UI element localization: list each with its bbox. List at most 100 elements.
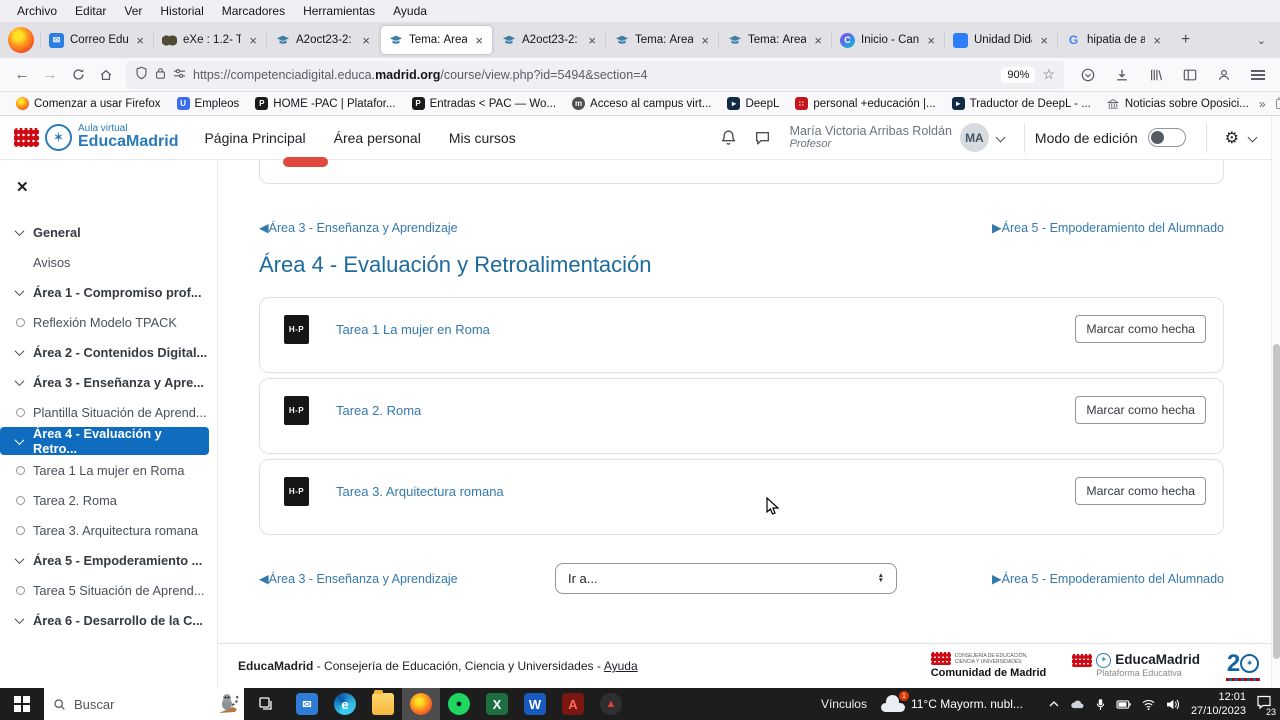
drawer-item[interactable]: Tarea 5 Situación de Aprend... bbox=[0, 575, 217, 605]
avatar[interactable]: MA bbox=[959, 123, 989, 152]
browser-tab[interactable]: Unidad Didácti × bbox=[944, 26, 1057, 54]
bookmark-item[interactable]: ▸ Traductor de DeepL - ... bbox=[946, 95, 1097, 112]
notifications-bell-icon[interactable] bbox=[716, 125, 742, 151]
tab-close-icon[interactable]: × bbox=[247, 33, 259, 48]
site-logo[interactable]: Aula virtual EducaMadrid bbox=[78, 123, 178, 151]
drawer-section-area6[interactable]: Área 6 - Desarrollo de la C... bbox=[0, 605, 217, 635]
file-explorer-icon[interactable] bbox=[364, 688, 402, 720]
excel-app-icon[interactable]: X bbox=[478, 688, 516, 720]
microphone-icon[interactable] bbox=[1096, 698, 1105, 711]
tab-close-icon[interactable]: × bbox=[473, 33, 485, 48]
drawer-item[interactable]: Plantilla Situación de Aprend... bbox=[0, 397, 217, 427]
browser-tab[interactable]: A2oct23-2: Tare × bbox=[266, 26, 379, 54]
lock-icon[interactable] bbox=[155, 67, 166, 83]
browser-tab[interactable]: Tema: Área 4 - × bbox=[718, 26, 831, 54]
forward-button[interactable]: → bbox=[36, 62, 64, 88]
user-menu-chevron-icon[interactable] bbox=[995, 132, 1006, 143]
weather-widget[interactable]: 1 11°C Mayorm. nubl... bbox=[880, 691, 1023, 712]
mark-done-button[interactable]: Marcar como hecha bbox=[1075, 315, 1206, 343]
menu-historial[interactable]: Historial bbox=[151, 2, 212, 20]
bookmark-item[interactable]: Comenzar a usar Firefox bbox=[10, 95, 167, 112]
volume-icon[interactable] bbox=[1166, 699, 1179, 710]
jump-to-select[interactable]: Ir a... ▲ ▼ bbox=[555, 562, 897, 594]
wifi-icon[interactable] bbox=[1142, 699, 1155, 710]
taskbar-search[interactable]: Buscar bbox=[44, 688, 244, 720]
menu-herramientas[interactable]: Herramientas bbox=[294, 2, 384, 20]
vlc-app-icon[interactable]: ▲ bbox=[592, 688, 630, 720]
bookmark-item[interactable]: Noticias sobre Oposici... bbox=[1101, 95, 1255, 112]
drawer-section-area5[interactable]: Área 5 - Empoderamiento ... bbox=[0, 545, 217, 575]
library-icon[interactable] bbox=[1142, 62, 1170, 88]
start-button[interactable] bbox=[0, 688, 44, 720]
bookmark-item[interactable]: m Acceso al campus virt... bbox=[566, 95, 717, 112]
activity-link[interactable]: Tarea 2. Roma bbox=[336, 403, 421, 418]
new-tab-button[interactable]: + bbox=[1172, 31, 1199, 49]
bookmark-item[interactable]: P Entradas < PAC — Wo... bbox=[406, 95, 562, 112]
firefox-view-button[interactable] bbox=[8, 27, 34, 53]
tab-close-icon[interactable]: × bbox=[1038, 33, 1050, 48]
drawer-section-area1[interactable]: Área 1 - Compromiso prof... bbox=[0, 277, 217, 307]
next-section-link[interactable]: ▶Área 5 - Empoderamiento del Alumnado bbox=[992, 571, 1224, 586]
bookmark-item[interactable]: ▸ DeepL bbox=[721, 95, 785, 112]
address-bar[interactable]: https://competenciadigital.educa.madrid.… bbox=[126, 60, 1064, 89]
help-link[interactable]: Ayuda bbox=[604, 659, 638, 673]
settings-chevron-icon[interactable] bbox=[1247, 132, 1258, 143]
browser-tab[interactable]: C Inicio - Canva × bbox=[831, 26, 944, 54]
tab-close-icon[interactable]: × bbox=[360, 33, 372, 48]
prev-section-link[interactable]: ◀Área 3 - Enseñanza y Aprendizaje bbox=[259, 571, 458, 586]
drawer-item[interactable]: Tarea 1 La mujer en Roma bbox=[0, 455, 217, 485]
scrollbar-thumb[interactable] bbox=[1273, 344, 1280, 659]
activity-link[interactable]: Tarea 3. Arquitectura romana bbox=[336, 484, 504, 499]
back-button[interactable]: ← bbox=[8, 62, 36, 88]
sidebar-toggle-icon[interactable] bbox=[1176, 62, 1204, 88]
tracking-protection-shield-icon[interactable] bbox=[135, 66, 148, 83]
browser-tab-active[interactable]: Tema: Área 4 - × bbox=[381, 26, 492, 54]
spotify-app-icon[interactable]: ● bbox=[440, 688, 478, 720]
tab-close-icon[interactable]: × bbox=[134, 33, 146, 48]
drawer-item[interactable]: Tarea 3. Arquitectura romana bbox=[0, 515, 217, 545]
drawer-item[interactable]: Tarea 2. Roma bbox=[0, 485, 217, 515]
tab-close-icon[interactable]: × bbox=[1151, 33, 1163, 48]
mark-done-button[interactable]: Marcar como hecha bbox=[1075, 477, 1206, 505]
bookmark-item[interactable]: P HOME -PAC | Platafor... bbox=[249, 95, 401, 112]
menu-hamburger-icon[interactable] bbox=[1244, 62, 1272, 88]
home-button[interactable] bbox=[92, 62, 120, 88]
nav-pagina-principal[interactable]: Página Principal bbox=[204, 130, 305, 146]
browser-tab[interactable]: Tema: Área 5 - × bbox=[605, 26, 718, 54]
bookmarks-overflow-chevron[interactable]: » bbox=[1259, 97, 1266, 111]
browser-tab[interactable]: G hipatia de aleja × bbox=[1057, 26, 1170, 54]
tab-close-icon[interactable]: × bbox=[812, 33, 824, 48]
drawer-section-area4-active[interactable]: Área 4 - Evaluación y Retro... bbox=[0, 426, 209, 456]
menu-ayuda[interactable]: Ayuda bbox=[384, 2, 436, 20]
list-all-tabs-button[interactable]: ⌄ bbox=[1249, 34, 1274, 47]
bookmark-star-icon[interactable]: ☆ bbox=[1042, 66, 1055, 83]
reload-button[interactable] bbox=[64, 62, 92, 88]
battery-icon[interactable] bbox=[1116, 699, 1131, 709]
drawer-section-area2[interactable]: Área 2 - Contenidos Digital... bbox=[0, 337, 217, 367]
menu-ver[interactable]: Ver bbox=[115, 2, 151, 20]
browser-tab[interactable]: ✉ Correo EducaM × bbox=[40, 26, 153, 54]
tray-expand-chevron[interactable] bbox=[1049, 700, 1059, 708]
task-view-button[interactable] bbox=[244, 688, 288, 720]
firefox-app-icon[interactable] bbox=[402, 688, 440, 720]
bookmark-item[interactable]: ∷ personal +educación |... bbox=[789, 95, 941, 112]
menu-marcadores[interactable]: Marcadores bbox=[213, 2, 294, 20]
bookmark-item[interactable]: U Empleos bbox=[171, 95, 246, 112]
word-app-icon[interactable]: W bbox=[516, 688, 554, 720]
edit-mode-toggle[interactable] bbox=[1147, 128, 1186, 147]
permissions-icon[interactable] bbox=[173, 68, 186, 82]
zoom-level-badge[interactable]: 90% bbox=[1001, 66, 1036, 83]
pocket-icon[interactable] bbox=[1074, 62, 1102, 88]
account-icon[interactable] bbox=[1210, 62, 1238, 88]
messages-icon[interactable] bbox=[750, 125, 776, 151]
tab-close-icon[interactable]: × bbox=[925, 33, 937, 48]
menu-editar[interactable]: Editar bbox=[66, 2, 115, 20]
prev-section-link[interactable]: ◀Área 3 - Enseñanza y Aprendizaje bbox=[259, 220, 458, 235]
mark-done-button[interactable]: Marcar como hecha bbox=[1075, 396, 1206, 424]
other-bookmarks-folder[interactable]: Otros marcadores bbox=[1270, 96, 1280, 112]
action-center-icon[interactable]: 23 bbox=[1256, 695, 1278, 717]
menu-archivo[interactable]: Archivo bbox=[8, 2, 66, 20]
browser-tab[interactable]: A2oct23-2: Entr × bbox=[492, 26, 605, 54]
nav-area-personal[interactable]: Área personal bbox=[334, 130, 421, 146]
links-toolbar-label[interactable]: Vínculos bbox=[821, 697, 867, 711]
